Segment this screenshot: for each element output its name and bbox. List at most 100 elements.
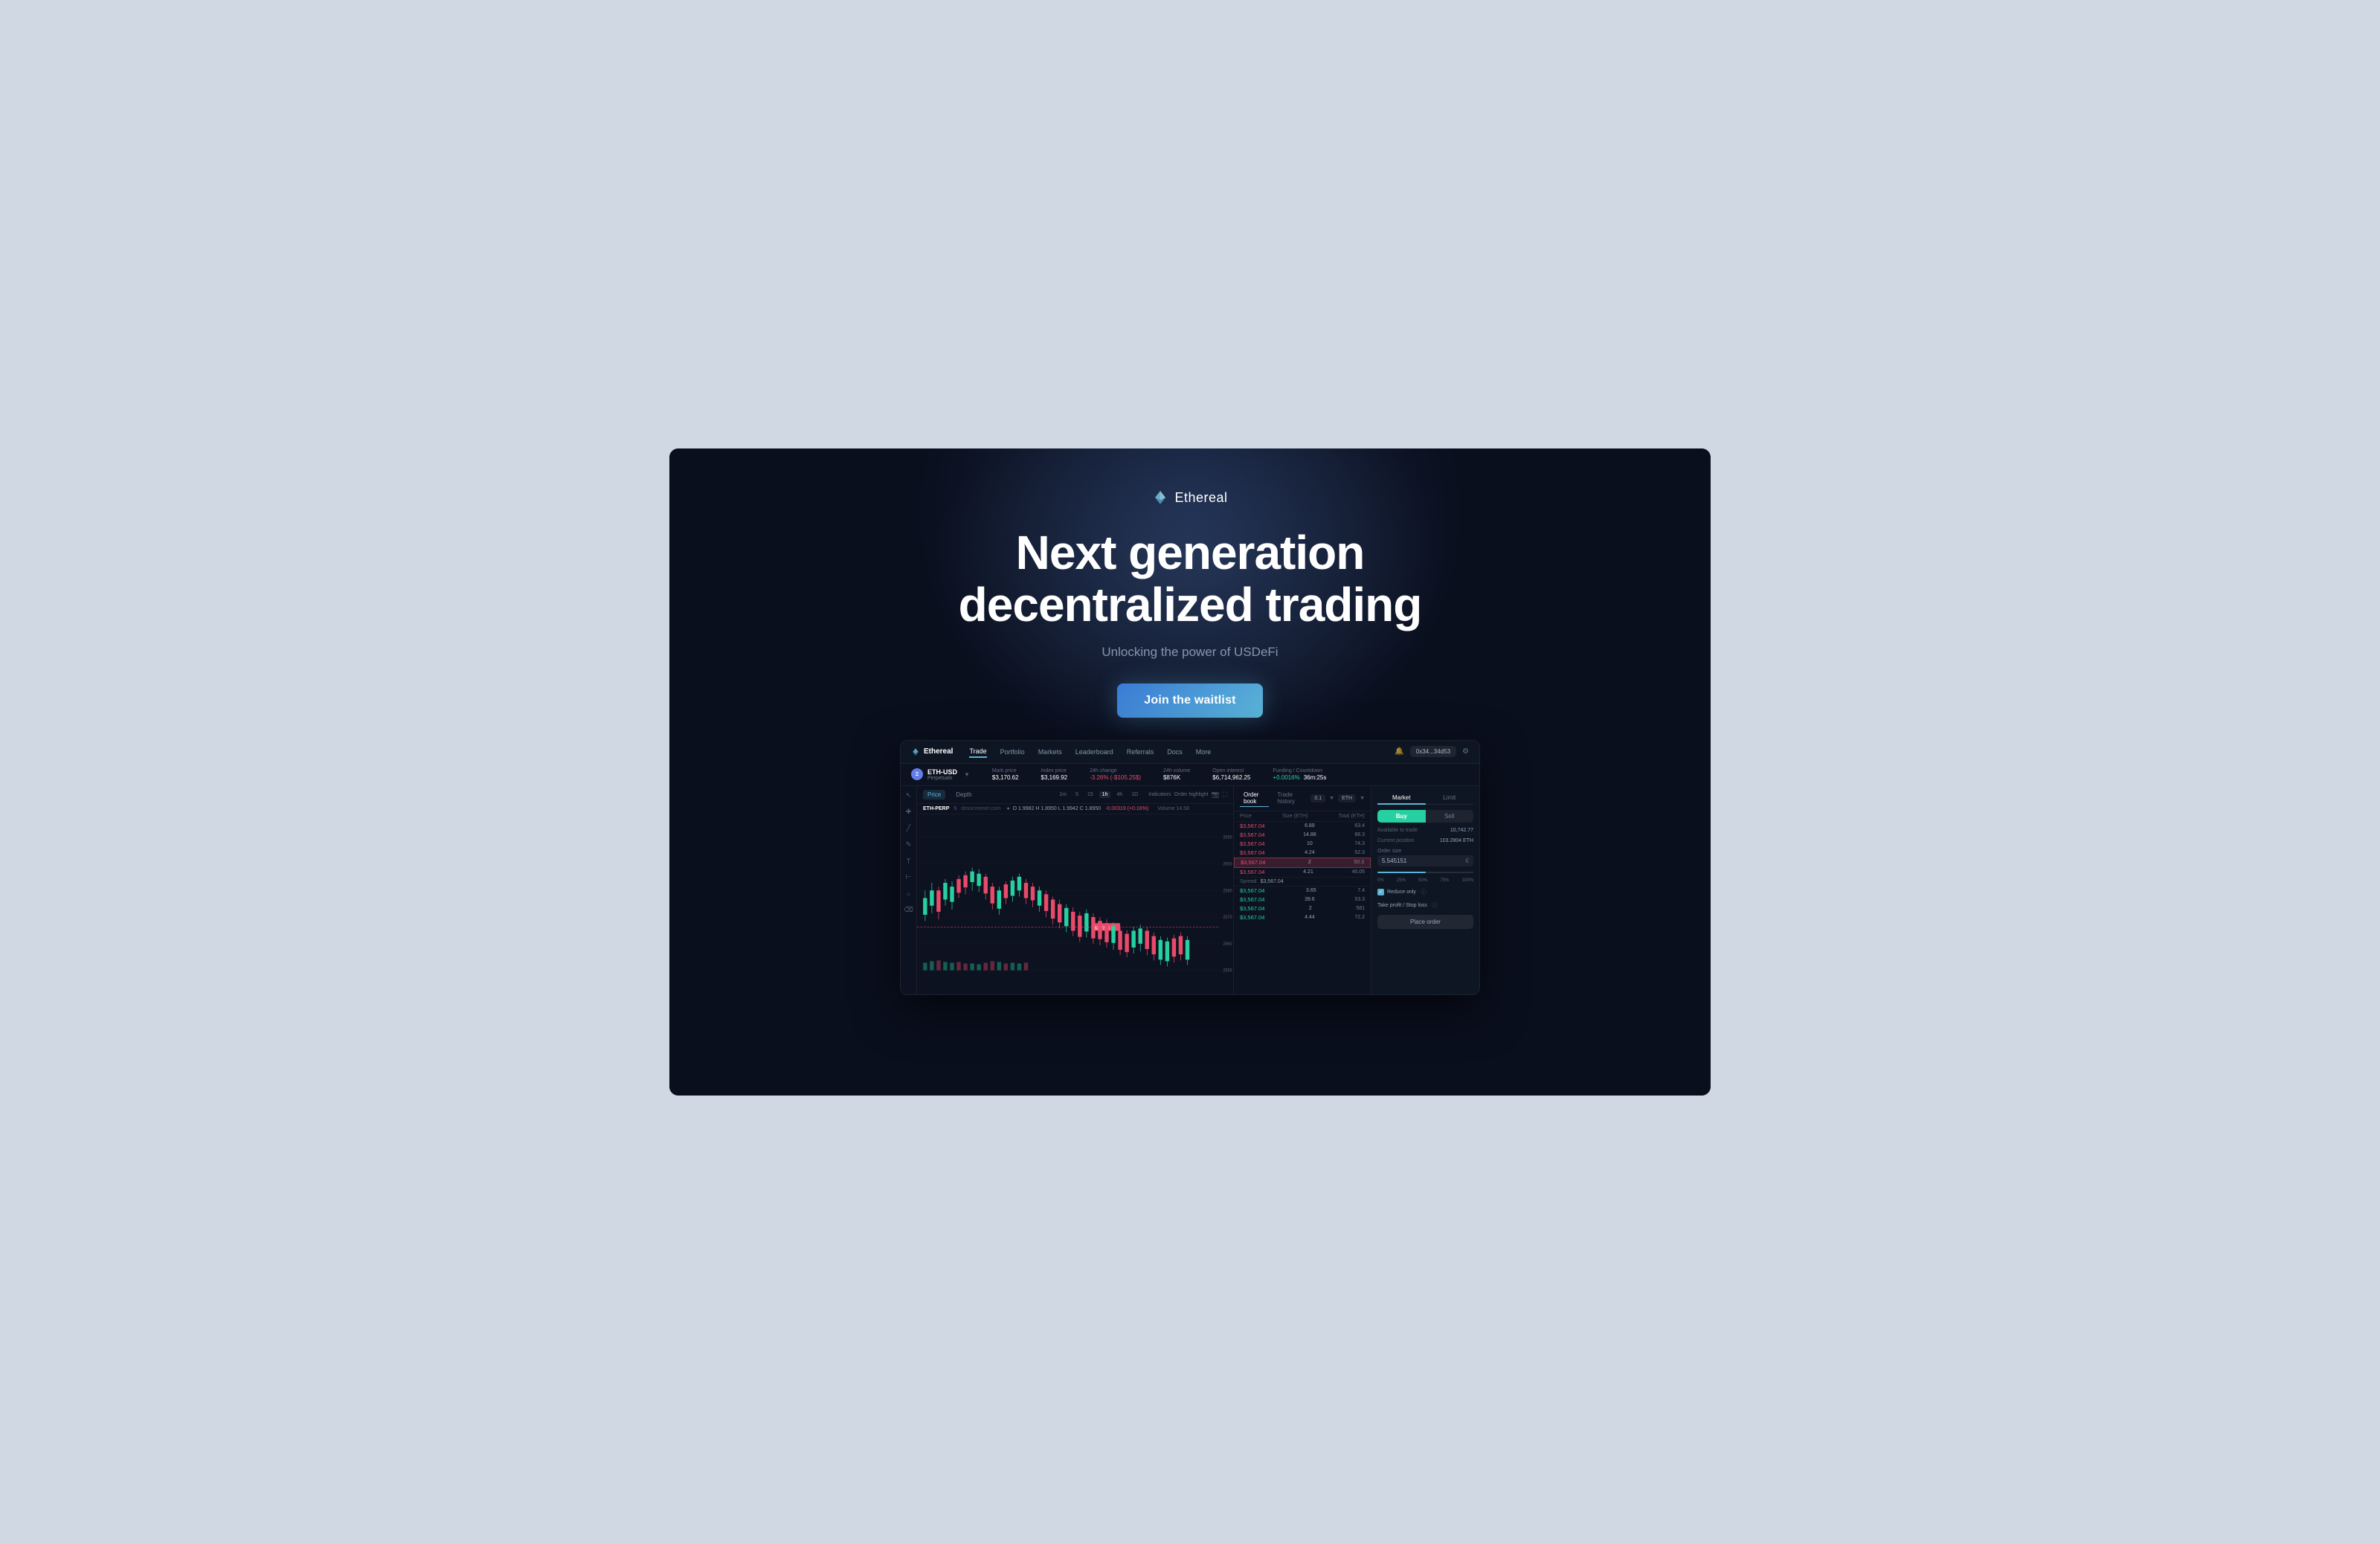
tf-4h[interactable]: 4h (1113, 791, 1125, 798)
app-logo-text: Ethereal (924, 747, 953, 756)
buy-sell-tabs: Buy Sell (1377, 810, 1473, 823)
orderbook-panel: Order book Trade history 0.1 ▼ ETH ▼ Pri… (1234, 786, 1371, 994)
order-slider[interactable] (1377, 872, 1473, 873)
tf-1d[interactable]: 1D (1128, 791, 1141, 798)
tf-5[interactable]: 5 (1072, 791, 1081, 798)
take-profit-row[interactable]: Take profit / Stop loss ⓘ (1377, 901, 1473, 910)
volume-stat: 24h volume $876K (1163, 768, 1190, 781)
ticker-bar: Ξ ETH-USD Perpetuals ▼ Mark price $3,170… (901, 764, 1479, 786)
chart-svg: 2630 2600 2580 2570 2560 2550 (917, 814, 1233, 982)
svg-text:2600: 2600 (1223, 862, 1232, 866)
eraser-tool[interactable]: ⌫ (904, 905, 914, 916)
line-tool[interactable]: ╱ (904, 823, 914, 834)
hero-section: Ethereal Next generation decentralized t… (669, 448, 1711, 740)
camera-icon[interactable]: 📷 (1211, 791, 1219, 799)
eth-coin-icon: Ξ (911, 768, 923, 780)
reduce-only-checkbox[interactable]: ✓ (1377, 889, 1384, 895)
ask-row-1[interactable]: $3,567.04 6.89 63.4 (1234, 822, 1371, 831)
nav-more[interactable]: More (1196, 747, 1212, 757)
tools-sidebar: ↖ ✚ ╱ ✎ T ⊢ ○ ⌫ (901, 786, 917, 994)
place-order-button[interactable]: Place order (1377, 915, 1473, 929)
nav-referrals[interactable]: Referrals (1127, 747, 1154, 757)
text-tool[interactable]: T (904, 856, 914, 866)
bid-row-4[interactable]: $3,567.04 4.44 72.2 (1234, 913, 1371, 922)
tf-1m[interactable]: 1m (1056, 791, 1070, 798)
oi-stat: Open interest $6,714,962.25 (1212, 768, 1250, 781)
circle-tool[interactable]: ○ (904, 889, 914, 899)
qty-selector[interactable]: 0.1 (1310, 794, 1325, 802)
orderbook-tab[interactable]: Order book (1240, 790, 1269, 807)
nav-portfolio[interactable]: Portfolio (1000, 747, 1025, 757)
svg-text:2570: 2570 (1223, 916, 1232, 920)
tf-1h[interactable]: 1h (1099, 791, 1111, 798)
buy-tab[interactable]: Buy (1377, 810, 1426, 823)
app-preview: Ethereal Trade Portfolio Markets Leaderb… (900, 740, 1480, 995)
market-tab[interactable]: Market (1377, 792, 1426, 805)
notification-icon[interactable]: 🔔 (1395, 747, 1403, 756)
chart-panel: Price Depth 1m 5 15 1h 4h 1D Indicators … (917, 786, 1234, 994)
chart-toolbar: Price Depth 1m 5 15 1h 4h 1D Indicators … (917, 786, 1233, 804)
change-stat: 24h change -3.26% (-$105.25$) (1090, 768, 1141, 781)
ask-row-2[interactable]: $3,567.04 14.88 88.3 (1234, 831, 1371, 840)
reduce-only-info-icon: ⓘ (1421, 888, 1427, 896)
brand-name: Ethereal (1174, 490, 1227, 506)
sell-tab[interactable]: Sell (1426, 810, 1474, 823)
ruler-tool[interactable]: ⊢ (904, 872, 914, 883)
svg-text:2560: 2560 (1223, 942, 1232, 946)
nav-leaderboard[interactable]: Leaderboard (1075, 747, 1113, 757)
nav-right: 🔔 0x34...34d53 ⚙ (1395, 746, 1469, 757)
mark-price-stat: Mark price $3,170.62 (992, 768, 1019, 781)
limit-tab[interactable]: Limit (1426, 792, 1474, 805)
qty-dropdown-icon[interactable]: ▼ (1329, 796, 1334, 801)
svg-text:2580: 2580 (1223, 889, 1232, 893)
available-trade-row: Available to trade 10,742.77 (1377, 828, 1473, 833)
ask-row-5-highlighted[interactable]: $3,567.04 2 50.3 (1234, 858, 1371, 868)
brand-logo: Ethereal (1152, 489, 1227, 506)
hero-subtitle: Unlocking the power of USDeFi (1101, 645, 1278, 660)
slider-fill (1377, 872, 1426, 873)
orderbook-cols: Price Size (ETH) Total (ETH) (1234, 811, 1371, 822)
ask-row-3[interactable]: $3,567.04 10 74.3 (1234, 840, 1371, 849)
ask-row-4[interactable]: $3,567.04 4.24 52.3 (1234, 849, 1371, 858)
pair-sub: Perpetuals (927, 776, 957, 781)
trade-history-tab[interactable]: Trade history (1273, 790, 1306, 806)
fullscreen-icon[interactable]: ⛶ (1223, 791, 1227, 799)
nav-trade[interactable]: Trade (969, 746, 986, 758)
svg-text:2630: 2630 (1223, 835, 1232, 840)
reduce-only-row[interactable]: ✓ Reduce only ⓘ (1377, 888, 1473, 896)
main-container: Ethereal Next generation decentralized t… (669, 448, 1711, 1096)
ask-row-6[interactable]: $3,567.04 4.21 46.05 (1234, 868, 1371, 877)
nav-markets[interactable]: Markets (1038, 747, 1062, 757)
settings-icon[interactable]: ⚙ (1462, 747, 1469, 756)
chart-ohlc-info: ETH-PERP 5 dexscreener.com ● O 1.9982 H … (917, 804, 1233, 814)
bid-row-2[interactable]: $3,567.04 39.6 53.3 (1234, 895, 1371, 904)
size-currency-icon: € (1466, 858, 1469, 864)
nav-docs[interactable]: Docs (1167, 747, 1183, 757)
crosshair-tool[interactable]: ✚ (904, 807, 914, 817)
trading-pair: Ξ ETH-USD Perpetuals ▼ (911, 768, 970, 781)
tf-15[interactable]: 15 (1084, 791, 1096, 798)
app-logo-icon (911, 747, 920, 756)
indicators-btn[interactable]: Indicators (1148, 792, 1171, 797)
pencil-tool[interactable]: ✎ (904, 840, 914, 850)
cursor-tool[interactable]: ↖ (904, 791, 914, 801)
order-form-panel: Market Limit Buy Sell Available to trade… (1371, 786, 1479, 994)
bid-row-1[interactable]: $3,567.04 3.65 7.4 (1234, 887, 1371, 895)
wallet-address[interactable]: 0x34...34d53 (1410, 746, 1456, 757)
join-waitlist-button[interactable]: Join the waitlist (1117, 683, 1262, 718)
pair-dropdown-icon[interactable]: ▼ (964, 771, 970, 778)
order-size-input[interactable]: 5.545151 € (1377, 855, 1473, 866)
depth-tab[interactable]: Depth (951, 790, 976, 800)
candlestick-chart[interactable]: 2630 2600 2580 2570 2560 2550 (917, 814, 1233, 982)
order-highlight-btn[interactable]: Order highlight (1174, 792, 1209, 797)
currency-dropdown-icon[interactable]: ▼ (1360, 796, 1365, 801)
price-tab[interactable]: Price (923, 790, 945, 800)
pair-name: ETH-USD (927, 768, 957, 776)
order-type-tabs: Market Limit (1377, 792, 1473, 805)
order-size-field: Order size 5.545151 € (1377, 849, 1473, 866)
app-navbar: Ethereal Trade Portfolio Markets Leaderb… (901, 741, 1479, 764)
tp-info-icon: ⓘ (1432, 901, 1438, 910)
bid-row-3[interactable]: $3,567.04 2 581 (1234, 904, 1371, 913)
currency-selector[interactable]: ETH (1338, 794, 1356, 802)
ob-controls: 0.1 ▼ ETH ▼ (1310, 794, 1365, 802)
